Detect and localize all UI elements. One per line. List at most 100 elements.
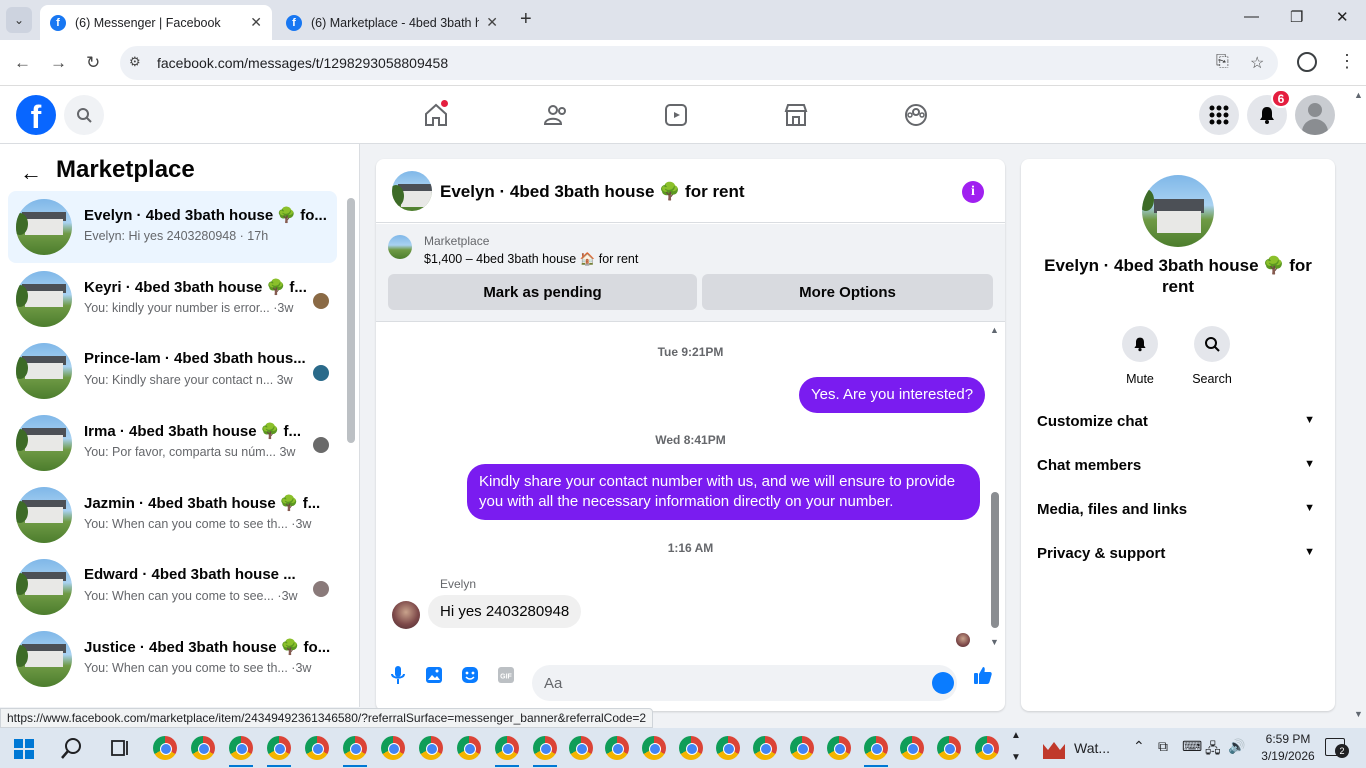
search-icon[interactable]	[61, 737, 83, 759]
chrome-taskbar-icon[interactable]	[533, 736, 557, 760]
list-item[interactable]: Edward · 4bed 3bath house ... You: When …	[8, 551, 337, 623]
omnibox[interactable]: ⚙ facebook.com/messages/t/12982930588094…	[120, 46, 1278, 80]
chrome-taskbar-icon[interactable]	[864, 736, 888, 760]
chrome-taskbar-icon[interactable]	[191, 736, 215, 760]
chrome-taskbar-icon[interactable]	[267, 736, 291, 760]
bookmark-star-icon[interactable]: ☆	[1250, 53, 1264, 73]
windows-start-icon[interactable]	[14, 739, 34, 759]
message-bubble-outgoing[interactable]: Kindly share your contact number with us…	[467, 464, 980, 520]
browser-menu-icon[interactable]: ⋮	[1338, 51, 1356, 72]
weather-text[interactable]: Wat...	[1074, 740, 1110, 756]
volume-icon[interactable]: 🔊	[1228, 738, 1245, 755]
privacy-support-section[interactable]: Privacy & support ▼	[1037, 531, 1319, 575]
nav-friends[interactable]	[541, 100, 571, 130]
gif-button[interactable]: GIF	[496, 665, 516, 685]
chrome-taskbar-icon[interactable]	[419, 736, 443, 760]
chrome-taskbar-icon[interactable]	[790, 736, 814, 760]
tab-search-button[interactable]: ⌄	[6, 7, 32, 33]
language-icon[interactable]: ⌨	[1182, 738, 1202, 755]
chrome-taskbar-icon[interactable]	[975, 736, 999, 760]
facebook-search-button[interactable]	[64, 95, 104, 135]
emoji-icon[interactable]	[932, 672, 954, 694]
facebook-logo-icon[interactable]: f	[16, 95, 56, 135]
chrome-taskbar-icon[interactable]	[642, 736, 666, 760]
chrome-taskbar-icon[interactable]	[937, 736, 961, 760]
page-scrollbar[interactable]: ▲ ▼	[1354, 90, 1364, 720]
thread-scrollbar[interactable]	[991, 492, 999, 628]
chrome-taskbar-icon[interactable]	[229, 736, 253, 760]
list-item[interactable]: Prince-lam · 4bed 3bath hous... You: Kin…	[8, 335, 337, 407]
attach-photo-button[interactable]	[424, 665, 444, 685]
listing-link[interactable]: $1,400 – 4bed 3bath house 🏠 for rent	[424, 252, 638, 267]
chrome-taskbar-icon[interactable]	[305, 736, 329, 760]
chrome-taskbar-icon[interactable]	[343, 736, 367, 760]
chrome-taskbar-icon[interactable]	[679, 736, 703, 760]
voice-clip-button[interactable]	[388, 665, 408, 685]
mark-pending-button[interactable]: Mark as pending	[388, 274, 697, 310]
list-item[interactable]: Justice · 4bed 3bath house 🌳 fo... You: …	[8, 623, 337, 695]
nav-groups[interactable]	[901, 100, 931, 130]
reload-button[interactable]: ↻	[86, 53, 100, 73]
close-tab-icon[interactable]: ✕	[486, 14, 498, 31]
chat-members-section[interactable]: Chat members ▼	[1037, 443, 1319, 487]
list-item[interactable]: Evelyn · 4bed 3bath house 🌳 fo... Evelyn…	[8, 191, 337, 263]
account-avatar[interactable]	[1295, 95, 1335, 135]
chrome-taskbar-icon[interactable]	[457, 736, 481, 760]
taskbar-scroll-up-icon[interactable]: ▲	[1011, 730, 1021, 741]
scroll-up-arrow[interactable]: ▲	[990, 325, 999, 335]
scroll-down-arrow[interactable]: ▼	[990, 637, 999, 647]
back-button[interactable]: ←	[14, 53, 31, 73]
search-in-chat-button[interactable]: Search	[1182, 326, 1242, 386]
chrome-taskbar-icon[interactable]	[827, 736, 851, 760]
nav-marketplace[interactable]	[781, 100, 811, 130]
network-icon[interactable]: 🖧	[1205, 738, 1221, 762]
taskbar-clock[interactable]: 6:59 PM 3/19/2026	[1258, 731, 1318, 765]
chrome-taskbar-icon[interactable]	[753, 736, 777, 760]
minimize-button[interactable]: —	[1244, 8, 1259, 25]
tab-messenger[interactable]: f (6) Messenger | Facebook ✕	[40, 5, 272, 40]
list-scrollbar[interactable]	[347, 198, 355, 443]
chrome-taskbar-icon[interactable]	[381, 736, 405, 760]
like-button[interactable]	[973, 665, 993, 685]
close-tab-icon[interactable]: ✕	[250, 14, 262, 31]
message-input[interactable]: Aa	[532, 665, 957, 701]
show-hidden-icons[interactable]: ⌃	[1133, 738, 1145, 755]
taskbar-scroll-down-icon[interactable]: ▼	[1011, 752, 1021, 763]
chat-title[interactable]: Evelyn · 4bed 3bath house 🌳 for rent	[440, 182, 745, 202]
meet-now-icon[interactable]: ⧉	[1158, 738, 1168, 755]
url-text[interactable]: facebook.com/messages/t/1298293058809458	[157, 55, 448, 71]
mute-button[interactable]: Mute	[1110, 326, 1170, 386]
profile-avatar[interactable]	[1142, 175, 1214, 247]
restore-button[interactable]: ❐	[1290, 8, 1303, 26]
menu-button[interactable]	[1199, 95, 1239, 135]
chrome-taskbar-icon[interactable]	[495, 736, 519, 760]
chrome-taskbar-icon[interactable]	[569, 736, 593, 760]
more-options-button[interactable]: More Options	[702, 274, 993, 310]
install-app-icon[interactable]: ⎘	[1216, 53, 1229, 71]
info-icon[interactable]: i	[962, 181, 984, 203]
nav-home[interactable]	[421, 100, 451, 130]
chrome-taskbar-icon[interactable]	[716, 736, 740, 760]
forward-button[interactable]: →	[50, 53, 67, 73]
message-bubble-outgoing[interactable]: Yes. Are you interested?	[799, 377, 986, 413]
weather-icon[interactable]	[1042, 738, 1066, 760]
new-tab-button[interactable]: +	[520, 8, 532, 31]
media-files-section[interactable]: Media, files and links ▼	[1037, 487, 1319, 531]
back-arrow-icon[interactable]: ←	[20, 160, 42, 186]
browser-profile-icon[interactable]	[1297, 52, 1317, 72]
chrome-taskbar-icon[interactable]	[605, 736, 629, 760]
sticker-button[interactable]	[460, 665, 480, 685]
listing-thumbnail[interactable]	[388, 235, 412, 259]
customize-chat-section[interactable]: Customize chat ▼	[1037, 399, 1319, 443]
chat-avatar[interactable]	[392, 171, 432, 211]
close-window-button[interactable]: ✕	[1336, 8, 1349, 26]
list-item[interactable]: Irma · 4bed 3bath house 🌳 f... You: Por …	[8, 407, 337, 479]
chrome-taskbar-icon[interactable]	[900, 736, 924, 760]
tab-marketplace[interactable]: f (6) Marketplace - 4bed 3bath h ✕	[276, 5, 508, 40]
notification-center-icon[interactable]: 2	[1325, 738, 1349, 758]
chrome-taskbar-icon[interactable]	[153, 736, 177, 760]
sender-avatar[interactable]	[392, 601, 420, 629]
nav-video[interactable]	[661, 100, 691, 130]
list-item[interactable]: Jazmin · 4bed 3bath house 🌳 f... You: Wh…	[8, 479, 337, 551]
task-view-icon[interactable]	[110, 738, 130, 758]
